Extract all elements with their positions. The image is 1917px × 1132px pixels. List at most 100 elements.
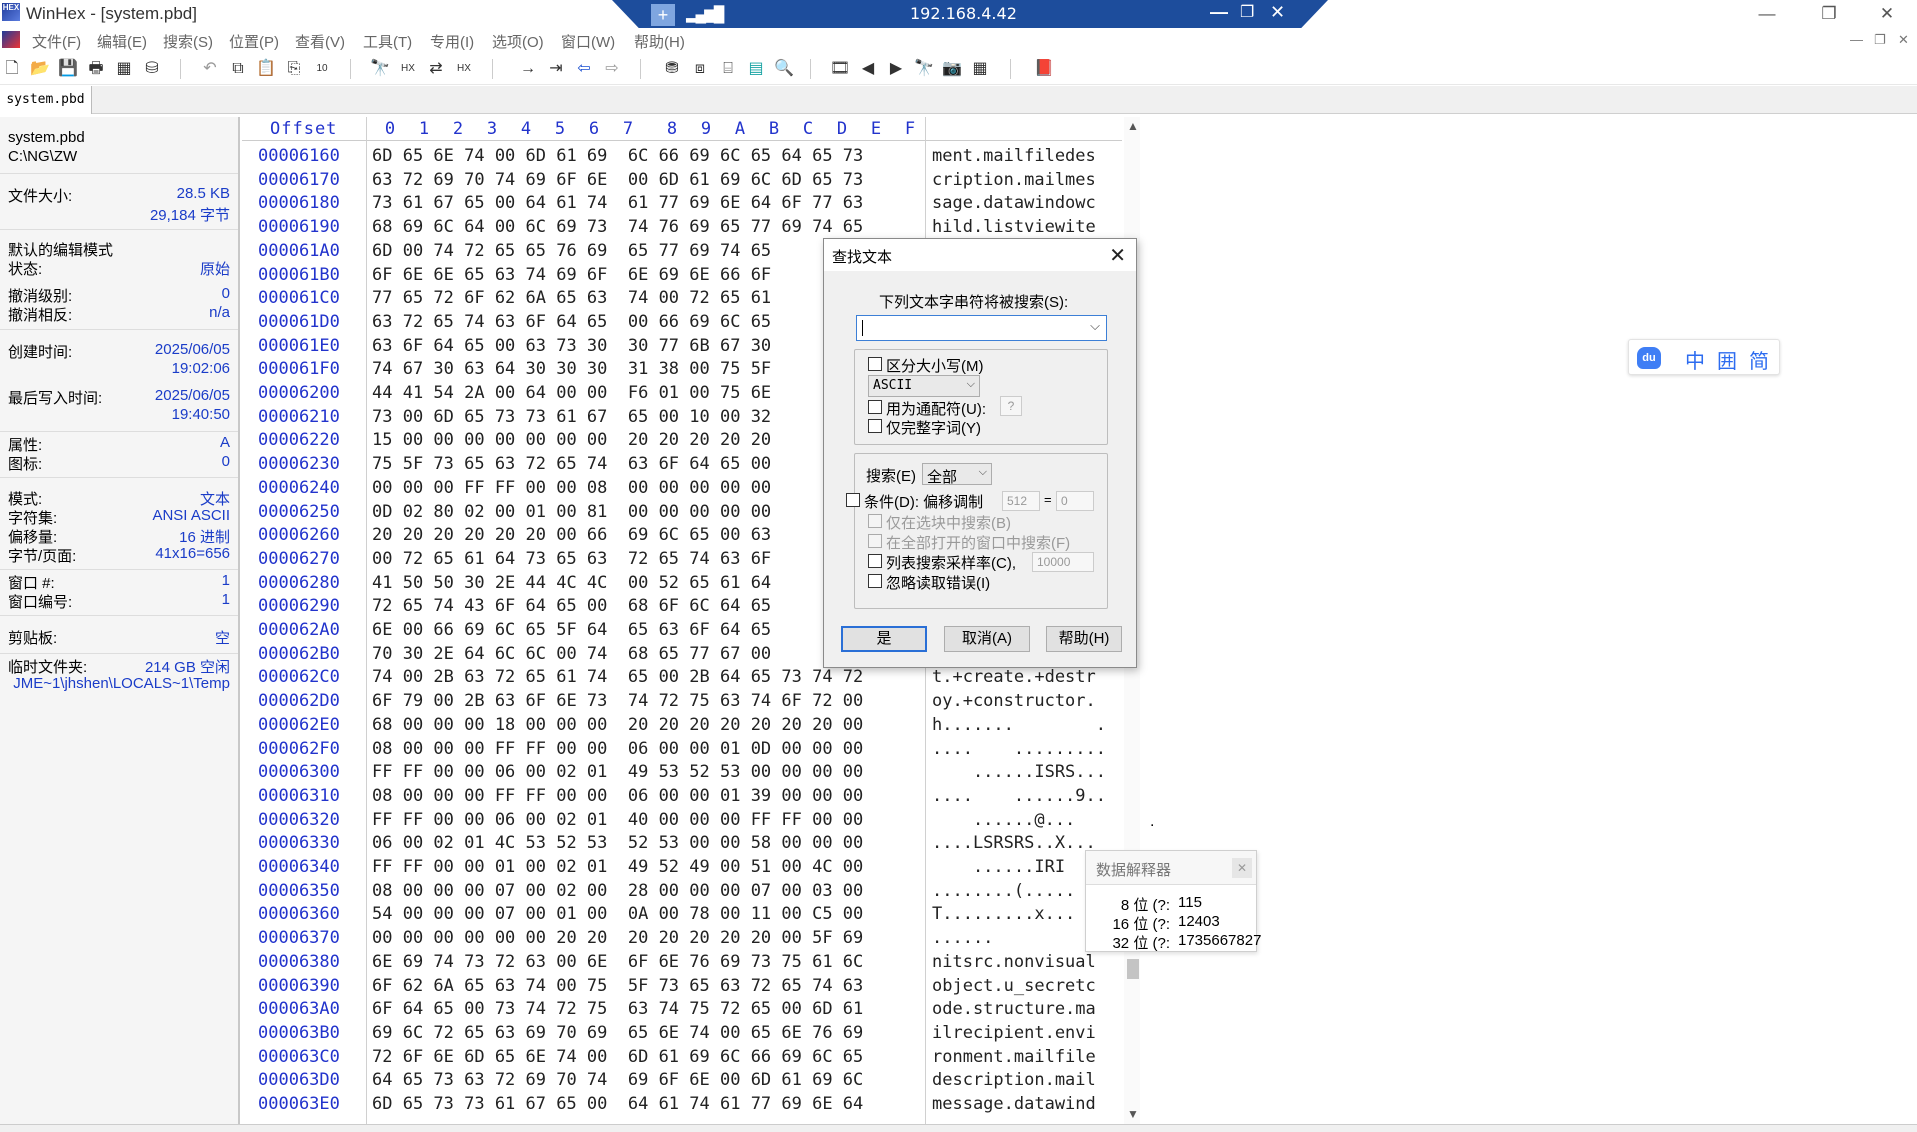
close-button[interactable]: ✕ — [1864, 0, 1910, 28]
hex-row[interactable]: 00006390 6F 62 6A 65 63 74 00 75 5F 73 65… — [242, 974, 1122, 998]
hex-row[interactable]: 00006370 00 00 00 00 00 00 20 20 20 20 20… — [242, 926, 1122, 950]
ram-editor-icon[interactable]: ⌸ — [718, 59, 738, 79]
menu-help[interactable]: 帮助(H) — [634, 31, 685, 52]
new-file-icon[interactable]: 🗋 — [2, 59, 22, 79]
doc-close-button[interactable]: ✕ — [1898, 32, 1909, 48]
row-bytes[interactable]: 20 20 20 20 20 20 00 66 69 6C 65 00 63 — [372, 525, 771, 545]
prev-icon[interactable]: ◀ — [858, 59, 878, 79]
row-bytes[interactable]: 6F 62 6A 65 63 74 00 75 5F 73 65 63 72 6… — [372, 976, 863, 996]
row-bytes[interactable]: 72 65 74 43 6F 64 65 00 68 6F 6C 64 65 — [372, 596, 771, 616]
row-bytes[interactable]: FF FF 00 00 06 00 02 01 40 00 00 00 FF F… — [372, 810, 863, 830]
menu-tools[interactable]: 工具(T) — [363, 31, 412, 52]
row-text[interactable]: nitsrc.nonvisual — [932, 952, 1096, 972]
rd-restore-button[interactable]: ❐ — [1240, 2, 1254, 22]
replace-hex-icon[interactable]: HX — [454, 59, 474, 79]
row-bytes[interactable]: FF FF 00 00 01 00 02 01 49 52 49 00 51 0… — [372, 857, 863, 877]
scroll-down-icon[interactable]: ▼ — [1127, 1107, 1139, 1121]
doc-minimize-button[interactable]: — — [1850, 32, 1863, 47]
menu-options[interactable]: 选项(O) — [492, 31, 544, 52]
hex-row[interactable]: 000062E0 68 00 00 00 18 00 00 00 20 20 20… — [242, 713, 1122, 737]
hex-row[interactable]: 000063B0 69 6C 72 65 63 69 70 69 65 6E 74… — [242, 1021, 1122, 1045]
row-bytes[interactable]: 08 00 00 00 07 00 02 00 28 00 00 00 07 0… — [372, 881, 863, 901]
offset-remainder-input[interactable]: 0 — [1056, 491, 1094, 511]
restore-button[interactable]: ❐ — [1806, 0, 1852, 28]
document-menu-icon[interactable] — [2, 31, 20, 48]
dialog-close-icon[interactable]: ✕ — [1109, 243, 1126, 268]
menu-edit[interactable]: 编辑(E) — [97, 31, 147, 52]
row-bytes[interactable]: 6F 64 65 00 73 74 72 75 63 74 75 72 65 0… — [372, 999, 863, 1019]
rd-minimize-button[interactable]: — — [1210, 2, 1228, 23]
scroll-up-icon[interactable]: ▲ — [1127, 119, 1139, 133]
hex-row[interactable]: 00006300 FF FF 00 00 06 00 02 01 49 53 52… — [242, 760, 1122, 784]
hex-row[interactable]: 00006170 63 72 69 70 74 69 6F 6E 00 6D 61… — [242, 168, 1122, 192]
row-text[interactable]: t.+create.+destr — [932, 667, 1096, 687]
signal-icon[interactable]: ▂▄▆█ — [686, 5, 724, 23]
row-bytes[interactable]: 74 67 30 63 64 30 30 30 31 38 00 75 5F — [372, 359, 771, 379]
hex-row[interactable]: 00006350 08 00 00 00 07 00 02 00 28 00 00… — [242, 879, 1122, 903]
row-text[interactable]: ......ISRS... — [932, 762, 1106, 782]
help-book-icon[interactable]: 📕 — [1034, 59, 1054, 79]
chevron-down-icon[interactable]: ⌵ — [1090, 318, 1100, 334]
row-bytes[interactable]: 68 00 00 00 18 00 00 00 20 20 20 20 20 2… — [372, 715, 863, 735]
row-bytes[interactable]: 54 00 00 00 07 00 01 00 0A 00 78 00 11 0… — [372, 904, 863, 924]
hex-row[interactable]: 000062D0 6F 79 00 2B 63 6F 6E 73 74 72 75… — [242, 689, 1122, 713]
row-bytes[interactable]: 63 72 69 70 74 69 6F 6E 00 6D 61 69 6C 6… — [372, 170, 863, 190]
tab-system-pbd[interactable]: system.pbd — [0, 86, 92, 114]
row-bytes[interactable]: 6E 69 74 73 72 63 00 6E 6F 6E 76 69 73 7… — [372, 952, 863, 972]
hex-row[interactable]: 00006380 6E 69 74 73 72 63 00 6E 6F 6E 76… — [242, 950, 1122, 974]
row-bytes[interactable]: 6E 00 66 69 6C 65 5F 64 65 63 6F 64 65 — [372, 620, 771, 640]
row-text[interactable]: object.u_secretc — [932, 976, 1096, 996]
list-sample-input[interactable]: 10000 — [1032, 552, 1094, 572]
menu-search[interactable]: 搜索(S) — [163, 31, 213, 52]
search-direction-select[interactable]: 全部 ⌵ — [922, 463, 992, 486]
menu-window[interactable]: 窗口(W) — [561, 31, 615, 52]
row-bytes[interactable]: 41 50 50 30 2E 44 4C 4C 00 52 65 61 64 — [372, 573, 771, 593]
row-text[interactable]: message.datawind — [932, 1094, 1096, 1114]
row-bytes[interactable]: 68 69 6C 64 00 6C 69 73 74 76 69 65 77 6… — [372, 217, 863, 237]
row-bytes[interactable]: 00 00 00 FF FF 00 00 08 00 00 00 00 00 — [372, 478, 771, 498]
row-bytes[interactable]: 74 00 2B 63 72 65 61 74 65 00 2B 64 65 7… — [372, 667, 863, 687]
pin-icon[interactable]: + — [651, 4, 675, 26]
row-bytes[interactable]: 6F 6E 6E 65 63 74 69 6F 6E 69 6E 66 6F — [372, 265, 771, 285]
scroll-thumb[interactable] — [1127, 959, 1139, 979]
row-bytes[interactable]: 6D 00 74 72 65 65 76 69 65 77 69 74 65 — [372, 241, 771, 261]
menu-position[interactable]: 位置(P) — [229, 31, 279, 52]
dialog-titlebar[interactable]: 查找文本 ✕ — [824, 239, 1136, 271]
row-text[interactable]: h....... . — [932, 715, 1106, 735]
wildcard-char-input[interactable]: ? — [1000, 396, 1022, 416]
row-bytes[interactable]: 6D 65 6E 74 00 6D 61 69 6C 66 69 6C 65 6… — [372, 146, 863, 166]
menu-special[interactable]: 专用(I) — [430, 31, 474, 52]
binoculars-icon[interactable]: 🔭 — [914, 59, 934, 79]
row-bytes[interactable]: 63 72 65 74 63 6F 64 65 00 66 69 6C 65 — [372, 312, 771, 332]
row-text[interactable]: description.mail — [932, 1070, 1096, 1090]
row-text[interactable]: T.........x... — [932, 904, 1075, 924]
row-bytes[interactable]: 63 6F 64 65 00 63 73 30 30 77 6B 67 30 — [372, 336, 771, 356]
row-bytes[interactable]: 64 65 73 63 72 69 70 74 69 6F 6E 00 6D 6… — [372, 1070, 863, 1090]
row-text[interactable]: sage.datawindowc — [932, 193, 1096, 213]
goto-page-icon[interactable]: ⇥ — [546, 59, 566, 79]
row-text[interactable]: ......IRI — [932, 857, 1065, 877]
row-text[interactable]: hild.listviewite — [932, 217, 1096, 237]
row-bytes[interactable]: 00 72 65 61 64 73 65 63 72 65 74 63 6F — [372, 549, 771, 569]
goto-offset-icon[interactable]: → — [518, 59, 538, 79]
minimize-button[interactable]: — — [1744, 0, 1790, 28]
row-bytes[interactable]: 77 65 72 6F 62 6A 65 63 74 00 72 65 61 — [372, 288, 771, 308]
hex-row[interactable]: 00006160 6D 65 6E 74 00 6D 61 69 6C 66 69… — [242, 144, 1122, 168]
row-bytes[interactable]: 69 6C 72 65 63 69 70 69 65 6E 74 00 65 6… — [372, 1023, 863, 1043]
row-text[interactable]: .... ......... — [932, 739, 1106, 759]
row-text[interactable]: oy.+constructor. — [932, 691, 1096, 711]
row-text[interactable]: ronment.mailfile — [932, 1047, 1096, 1067]
hex-row[interactable]: 00006190 68 69 6C 64 00 6C 69 73 74 76 69… — [242, 215, 1122, 239]
row-bytes[interactable]: 00 00 00 00 00 00 20 20 20 20 20 20 20 0… — [372, 928, 863, 948]
ime-simplified-toggle[interactable]: 简 — [1749, 345, 1769, 374]
search-text-input[interactable]: ⌵ — [856, 315, 1107, 341]
ok-button[interactable]: 是 — [841, 626, 927, 652]
row-text[interactable]: ment.mailfiledes — [932, 146, 1096, 166]
find-text-icon[interactable]: 🔭 — [370, 59, 390, 79]
grid-icon[interactable]: ▦ — [970, 59, 990, 79]
row-bytes[interactable]: 73 61 67 65 00 64 61 74 61 77 69 6E 64 6… — [372, 193, 863, 213]
hex-row[interactable]: 000062C0 74 00 2B 63 72 65 61 74 65 00 2B… — [242, 665, 1122, 689]
hex-row[interactable]: 00006310 08 00 00 00 FF FF 00 00 06 00 00… — [242, 784, 1122, 808]
offset-mod-input[interactable]: 512 — [1002, 491, 1040, 511]
magnifier-icon[interactable]: 🔍 — [774, 59, 794, 79]
